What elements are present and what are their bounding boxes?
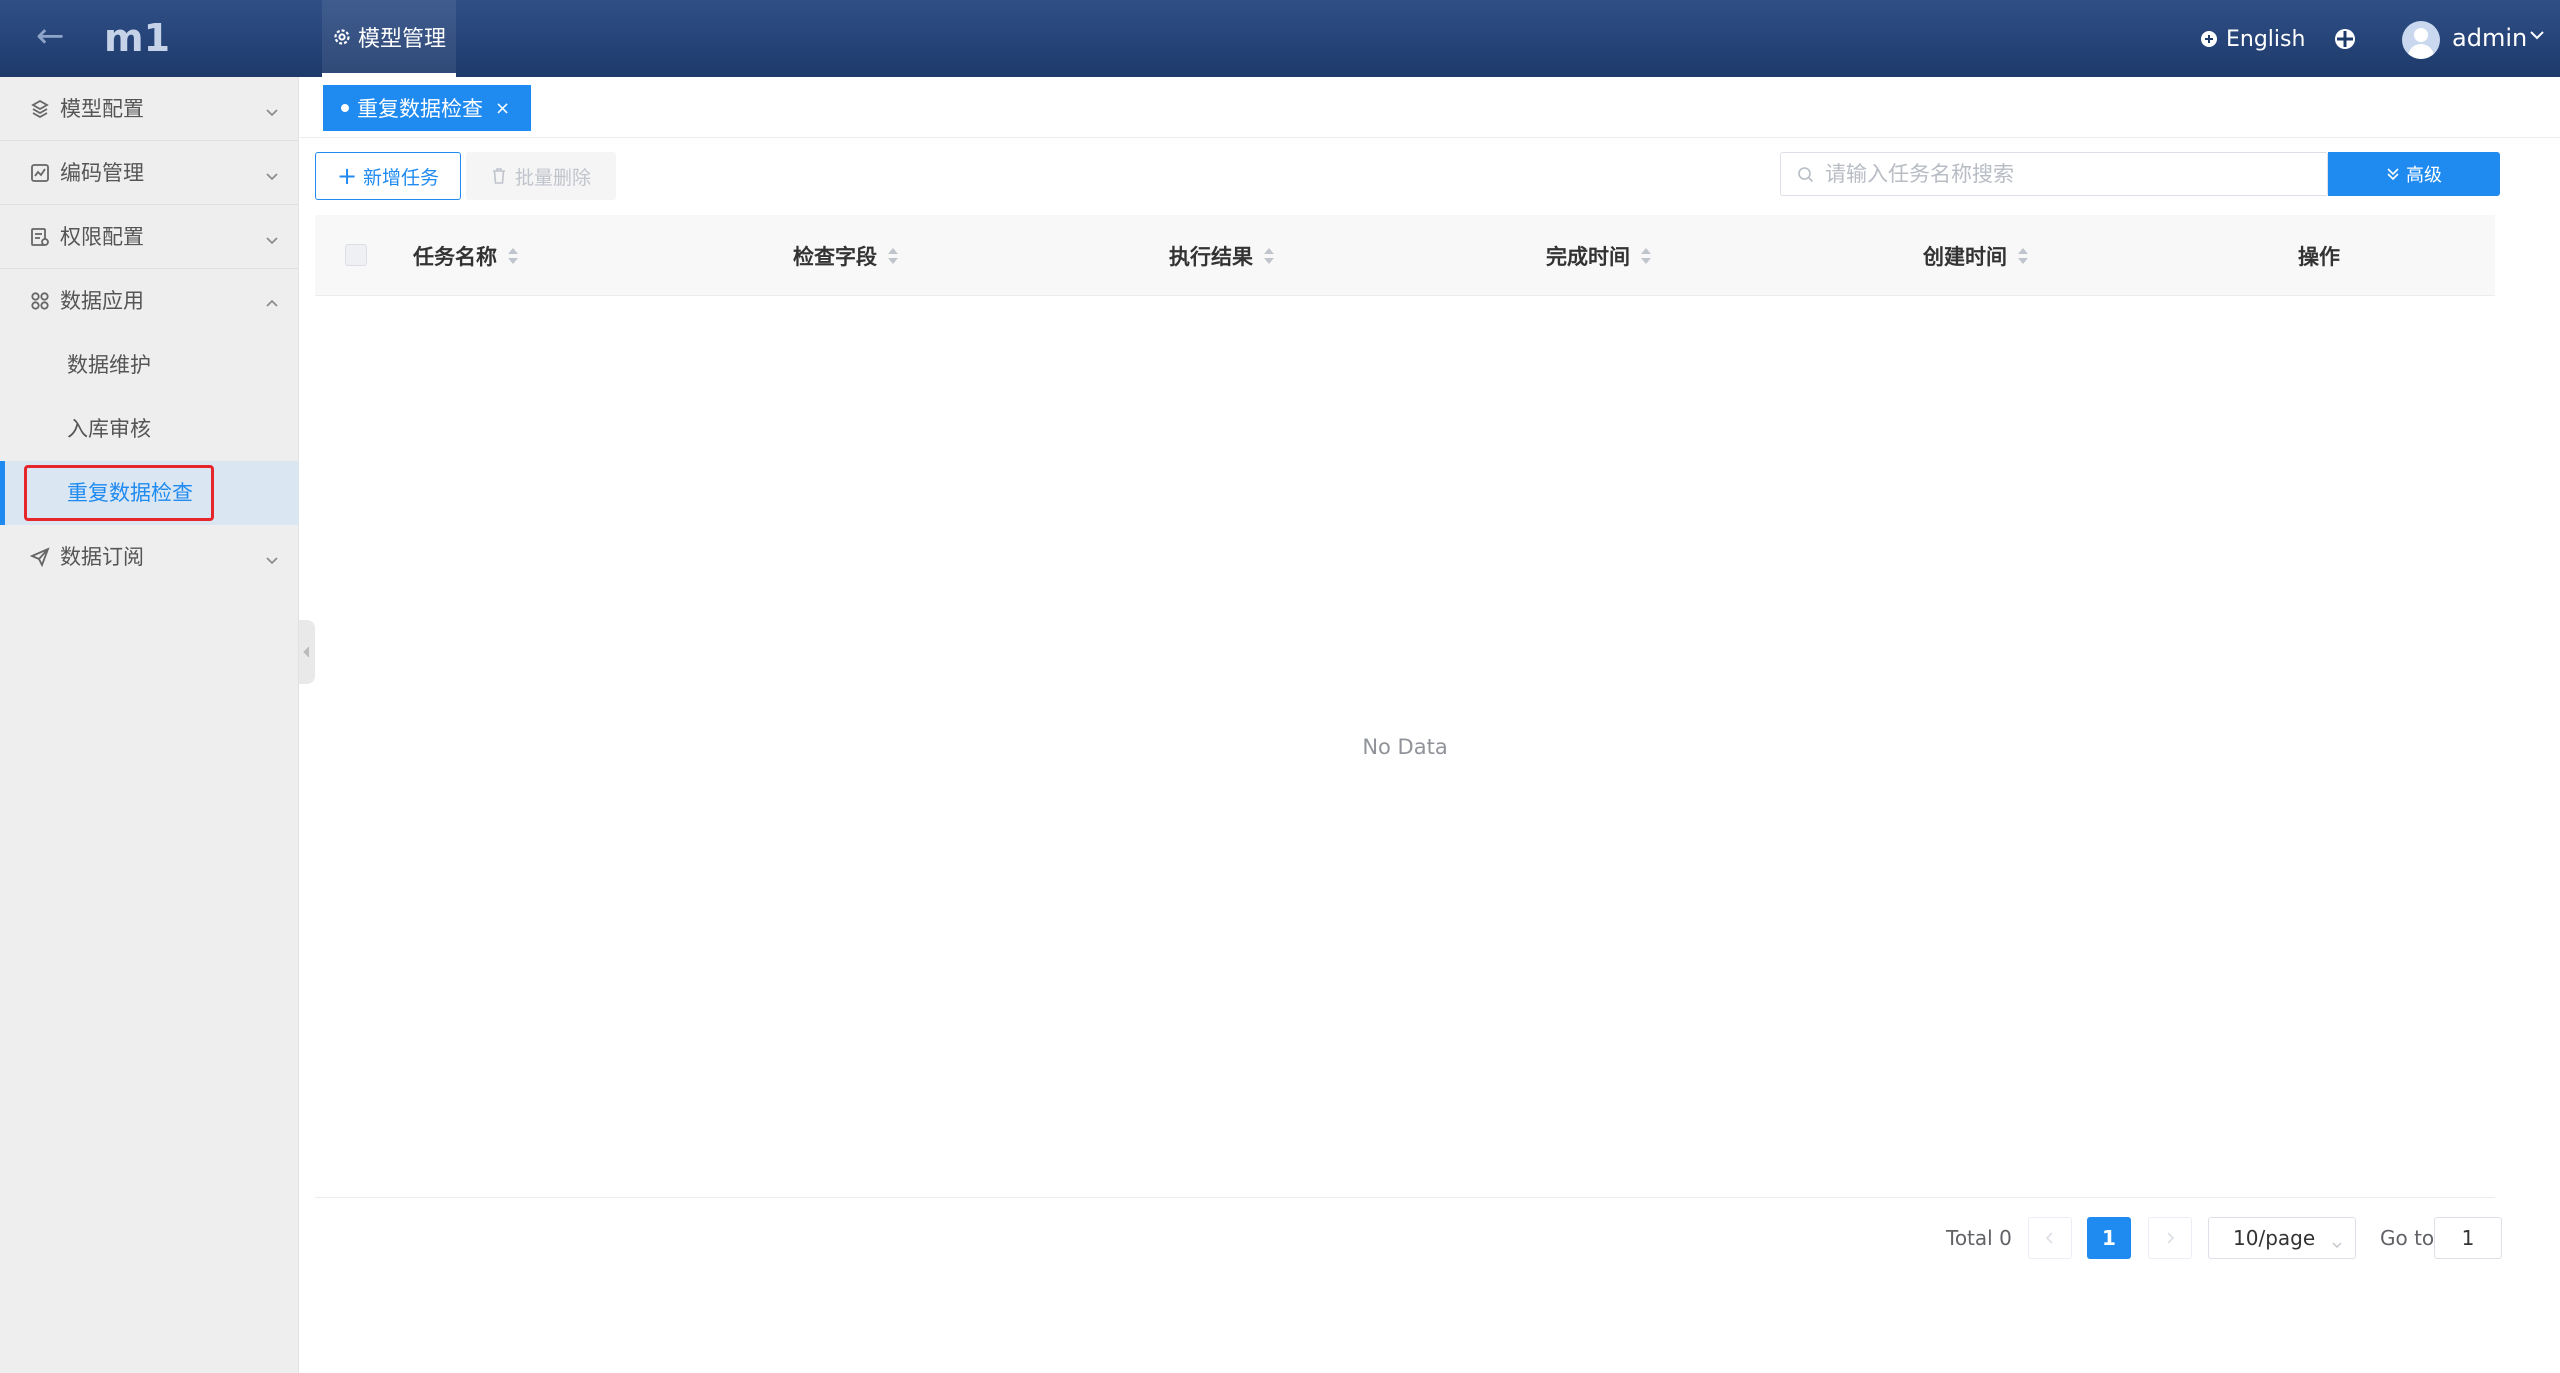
sidebar-item-data-application[interactable]: 数据应用	[0, 269, 299, 333]
cube-stack-icon	[30, 99, 50, 119]
sidebar-subitem-label: 入库审核	[67, 417, 151, 441]
tag-duplicate-check[interactable]: 重复数据检查 ×	[323, 85, 531, 131]
select-all-checkbox[interactable]	[345, 244, 367, 266]
chevron-left-icon	[2045, 1232, 2053, 1244]
top-tab-label: 模型管理	[358, 26, 447, 52]
theme-icon[interactable]	[2334, 28, 2356, 50]
column-header-label: 执行结果	[1169, 244, 1253, 269]
table-bottom-divider	[315, 1197, 2495, 1198]
add-task-label: 新增任务	[363, 166, 440, 189]
chevron-up-icon	[264, 293, 280, 309]
send-icon	[29, 547, 50, 568]
goto-label: Go to	[2380, 1226, 2435, 1250]
column-header-actions: 操作	[2298, 215, 2340, 296]
app-title: m1	[104, 16, 171, 60]
gear-icon	[332, 27, 352, 47]
language-switch[interactable]: English	[2200, 22, 2305, 56]
sort-icon[interactable]	[2017, 247, 2029, 265]
column-header-label: 创建时间	[1923, 244, 2007, 269]
batch-delete-label: 批量删除	[514, 166, 591, 189]
page-number-current[interactable]: 1	[2087, 1217, 2131, 1259]
sort-icon[interactable]	[887, 247, 899, 265]
column-header-task-name[interactable]: 任务名称	[413, 215, 519, 296]
sort-icon[interactable]	[1640, 247, 1652, 265]
column-header-label: 完成时间	[1546, 244, 1630, 269]
chevron-down-icon	[264, 229, 280, 245]
sidebar-item-label: 数据应用	[60, 289, 144, 313]
next-page-button[interactable]	[2148, 1217, 2192, 1259]
chevron-down-icon	[2331, 1232, 2343, 1256]
avatar[interactable]	[2402, 21, 2440, 59]
goto-page-input[interactable]	[2434, 1217, 2502, 1259]
empty-table-text: No Data	[1362, 735, 1448, 759]
sort-icon[interactable]	[1263, 247, 1275, 265]
plus-icon: +	[336, 162, 358, 190]
chevron-down-icon[interactable]	[2528, 26, 2546, 44]
table-header: 任务名称 检查字段 执行结果 完成时间 创建时间 操作	[315, 215, 2495, 296]
column-header-result[interactable]: 执行结果	[1169, 215, 1275, 296]
prev-page-button[interactable]	[2028, 1217, 2072, 1259]
permission-doc-icon	[30, 227, 50, 247]
language-label: English	[2226, 26, 2306, 52]
column-header-create-time[interactable]: 创建时间	[1923, 215, 2029, 296]
active-dot-icon	[341, 104, 349, 112]
advanced-label: 高级	[2406, 165, 2442, 186]
sidebar-item-model-config[interactable]: 模型配置	[0, 77, 299, 141]
sidebar-item-code-management[interactable]: 编码管理	[0, 141, 299, 205]
batch-delete-button[interactable]: 批量删除	[466, 152, 616, 200]
sidebar-item-label: 编码管理	[60, 160, 144, 185]
column-header-label: 任务名称	[413, 244, 497, 269]
user-name[interactable]: admin	[2452, 20, 2527, 56]
column-header-label: 操作	[2298, 244, 2340, 269]
close-icon[interactable]: ×	[495, 98, 510, 119]
double-chevron-down-icon	[2386, 167, 2400, 181]
grid-apps-icon	[30, 291, 50, 311]
highlight-annotation-box	[24, 465, 214, 521]
add-task-button[interactable]: + 新增任务	[315, 152, 461, 200]
sidebar-item-data-subscription[interactable]: 数据订阅	[0, 525, 299, 589]
top-header: ← m1 模型管理 English admin	[0, 0, 2560, 77]
column-header-label: 检查字段	[793, 244, 877, 269]
sidebar-subitem-storage-review[interactable]: 入库审核	[0, 397, 299, 461]
sidebar-item-label: 模型配置	[60, 96, 144, 121]
globe-icon	[2200, 30, 2218, 48]
search-icon	[1797, 166, 1815, 184]
chevron-right-icon	[2167, 1232, 2175, 1244]
chevron-down-icon	[264, 165, 280, 181]
sort-icon[interactable]	[507, 247, 519, 265]
page-size-value: 10/page	[2233, 1226, 2316, 1250]
top-tab-model-management[interactable]: 模型管理	[322, 0, 457, 77]
sidebar-item-permission-config[interactable]: 权限配置	[0, 205, 299, 269]
pagination-total: Total 0	[1946, 1226, 2012, 1250]
sidebar-collapse-handle[interactable]	[299, 620, 315, 684]
page-size-select[interactable]: 10/page	[2208, 1217, 2356, 1259]
column-header-finish-time[interactable]: 完成时间	[1546, 215, 1652, 296]
chevron-down-icon	[264, 549, 280, 565]
active-indicator	[0, 461, 5, 525]
sidebar-subitem-label: 数据维护	[67, 353, 151, 377]
trash-icon	[491, 167, 507, 185]
code-chart-icon	[30, 163, 50, 183]
back-arrow-icon[interactable]: ←	[36, 16, 65, 56]
tag-label: 重复数据检查	[357, 97, 483, 121]
sidebar-subitem-data-maintenance[interactable]: 数据维护	[0, 333, 299, 397]
advanced-search-button[interactable]: 高级	[2328, 152, 2500, 196]
search-input[interactable]	[1825, 153, 2315, 195]
search-field[interactable]	[1780, 152, 2328, 196]
column-header-check-field[interactable]: 检查字段	[793, 215, 899, 296]
sidebar: 模型配置 编码管理 权限配置 数据应用 数据维护 入库审核 重复数据检查 数据订…	[0, 77, 299, 1373]
sidebar-item-label: 权限配置	[60, 224, 144, 249]
tag-bar: 重复数据检查 ×	[300, 77, 2560, 138]
chevron-down-icon	[264, 101, 280, 117]
sidebar-item-label: 数据订阅	[60, 545, 144, 569]
